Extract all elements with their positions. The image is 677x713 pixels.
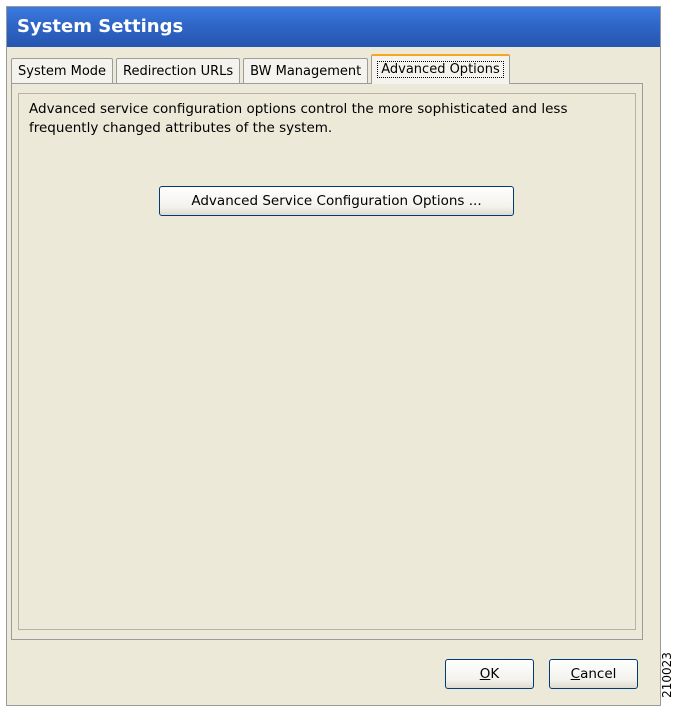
cancel-mnemonic: C	[570, 666, 581, 682]
description-text: Advanced service configuration options c…	[29, 101, 568, 136]
tab-label: System Mode	[18, 64, 107, 79]
cancel-label-rest: ancel	[580, 666, 617, 682]
cancel-button[interactable]: Cancel	[549, 659, 638, 689]
title-bar[interactable]: System Settings	[7, 7, 660, 47]
tab-redirection-urls[interactable]: Redirection URLs	[116, 58, 241, 84]
ok-button[interactable]: OK	[445, 659, 534, 689]
tab-bw-management[interactable]: BW Management	[243, 58, 369, 84]
advanced-service-configuration-button[interactable]: Advanced Service Configuration Options .…	[159, 186, 514, 216]
system-settings-dialog: System Settings System Mode Redirection …	[6, 6, 661, 706]
ok-mnemonic: O	[479, 666, 491, 682]
tab-label: BW Management	[250, 64, 362, 79]
tab-label: Redirection URLs	[123, 64, 234, 79]
tab-label: Advanced Options	[377, 61, 504, 78]
window-title: System Settings	[17, 16, 184, 37]
tab-advanced-options[interactable]: Advanced Options	[371, 54, 510, 84]
tab-system-mode[interactable]: System Mode	[11, 58, 114, 84]
ok-label-rest: K	[490, 666, 500, 682]
tab-strip: System Mode Redirection URLs BW Manageme…	[11, 54, 513, 84]
figure-number: 210023	[658, 640, 676, 710]
figure-number-text: 210023	[660, 652, 674, 698]
panel-content: Advanced service configuration options c…	[18, 93, 636, 630]
tab-panel-advanced-options: Advanced service configuration options c…	[11, 83, 643, 640]
